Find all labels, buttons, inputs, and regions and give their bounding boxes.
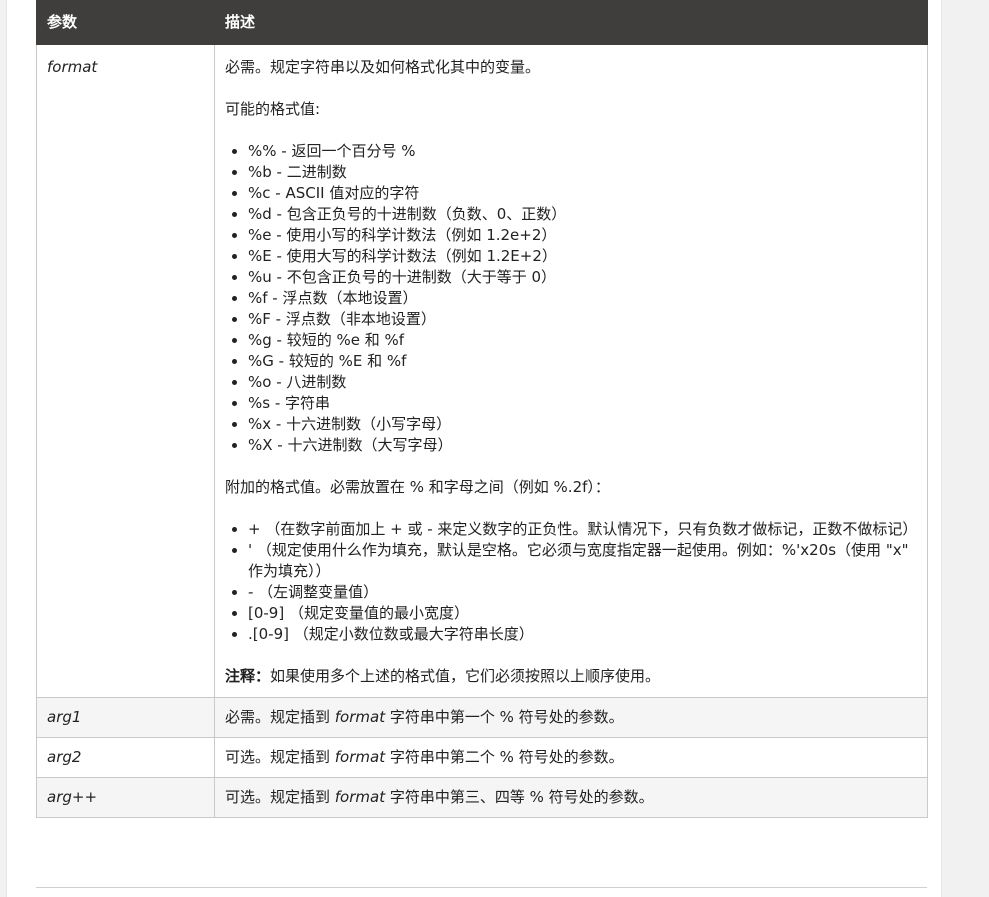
param-arg2: arg2 (36, 737, 215, 778)
note-label: 注释： (225, 667, 271, 685)
desc-arg1-pre: 必需。规定插到 (225, 708, 335, 726)
list-item: + （在数字前面加上 + 或 - 来定义数字的正负性。默认情况下，只有负数才做标… (232, 520, 918, 538)
list-item: %f - 浮点数（本地设置） (232, 288, 917, 309)
list-item: %b - 二进制数 (232, 162, 917, 183)
table-row-format: format 必需。规定字符串以及如何格式化其中的变量。 可能的格式值: %% … (36, 44, 928, 698)
content-page: 参数 描述 format 必需。规定字符串以及如何格式化其中的变量。 可能的格式… (6, 0, 942, 897)
list-item: %o - 八进制数 (232, 372, 917, 393)
list-item: %u - 不包含正负号的十进制数（大于等于 0） (232, 267, 917, 288)
list-item: %F - 浮点数（非本地设置） (232, 309, 917, 330)
desc-arg2: 可选。规定插到 format 字符串中第二个 % 符号处的参数。 (214, 737, 928, 778)
list-item: - （左调整变量值） (232, 582, 917, 603)
param-format: format (36, 44, 215, 698)
list-item: %g - 较短的 %e 和 %f (232, 330, 917, 351)
list-item: %X - 十六进制数（大写字母） (232, 435, 917, 456)
list-item: %e - 使用小写的科学计数法（例如 1.2e+2） (232, 225, 917, 246)
desc-arg1-format: format (334, 708, 386, 726)
header-param: 参数 (36, 0, 215, 45)
list-item: ' （规定使用什么作为填充，默认是空格。它必须与宽度指定器一起使用。例如：%'x… (232, 540, 917, 582)
format-intro: 必需。规定字符串以及如何格式化其中的变量。 (225, 58, 541, 76)
desc-arg-more-pre: 可选。规定插到 (225, 788, 335, 806)
possible-values-label: 可能的格式值: (225, 100, 321, 118)
table-row-arg1: arg1 必需。规定插到 format 字符串中第一个 % 符号处的参数。 (36, 697, 928, 738)
list-item: .[0-9] （规定小数位数或最大字符串长度） (232, 624, 917, 645)
list-item: %c - ASCII 值对应的字符 (232, 183, 917, 204)
table-header-row: 参数 描述 (36, 0, 928, 45)
desc-arg-more: 可选。规定插到 format 字符串中第三、四等 % 符号处的参数。 (214, 777, 928, 818)
header-desc: 描述 (214, 0, 928, 45)
table-row-arg-more: arg++ 可选。规定插到 format 字符串中第三、四等 % 符号处的参数。 (36, 777, 928, 818)
list-item: %d - 包含正负号的十进制数（负数、0、正数） (232, 204, 917, 225)
desc-arg1: 必需。规定插到 format 字符串中第一个 % 符号处的参数。 (214, 697, 928, 738)
list-item: %x - 十六进制数（小写字母） (232, 414, 917, 435)
note-text: 如果使用多个上述的格式值，它们必须按照以上顺序使用。 (270, 667, 661, 685)
desc-arg-more-format: format (334, 788, 386, 806)
note-paragraph: 注释：如果使用多个上述的格式值，它们必须按照以上顺序使用。 (225, 666, 917, 687)
desc-arg2-pre: 可选。规定插到 (225, 748, 335, 766)
list-item: %G - 较短的 %E 和 %f (232, 351, 917, 372)
desc-arg-more-post: 字符串中第三、四等 % 符号处的参数。 (385, 788, 654, 806)
extra-values-label: 附加的格式值。必需放置在 % 和字母之间（例如 %.2f）： (225, 478, 610, 496)
desc-arg1-post: 字符串中第一个 % 符号处的参数。 (385, 708, 624, 726)
desc-arg2-post: 字符串中第二个 % 符号处的参数。 (385, 748, 624, 766)
section-divider (36, 887, 927, 888)
desc-arg2-format: format (334, 748, 386, 766)
extra-values-list: + （在数字前面加上 + 或 - 来定义数字的正负性。默认情况下，只有负数才做标… (225, 519, 917, 645)
list-item: [0-9] （规定变量值的最小宽度） (232, 603, 917, 624)
format-values-list: %% - 返回一个百分号 % %b - 二进制数 %c - ASCII 值对应的… (225, 141, 917, 456)
parameter-table: 参数 描述 format 必需。规定字符串以及如何格式化其中的变量。 可能的格式… (36, 0, 928, 818)
table-row-arg2: arg2 可选。规定插到 format 字符串中第二个 % 符号处的参数。 (36, 737, 928, 778)
list-item: %E - 使用大写的科学计数法（例如 1.2E+2） (232, 246, 917, 267)
list-item: %% - 返回一个百分号 % (232, 141, 917, 162)
param-arg-more: arg++ (36, 777, 215, 818)
param-arg1: arg1 (36, 697, 215, 738)
list-item: %s - 字符串 (232, 393, 917, 414)
desc-format: 必需。规定字符串以及如何格式化其中的变量。 可能的格式值: %% - 返回一个百… (214, 44, 928, 698)
